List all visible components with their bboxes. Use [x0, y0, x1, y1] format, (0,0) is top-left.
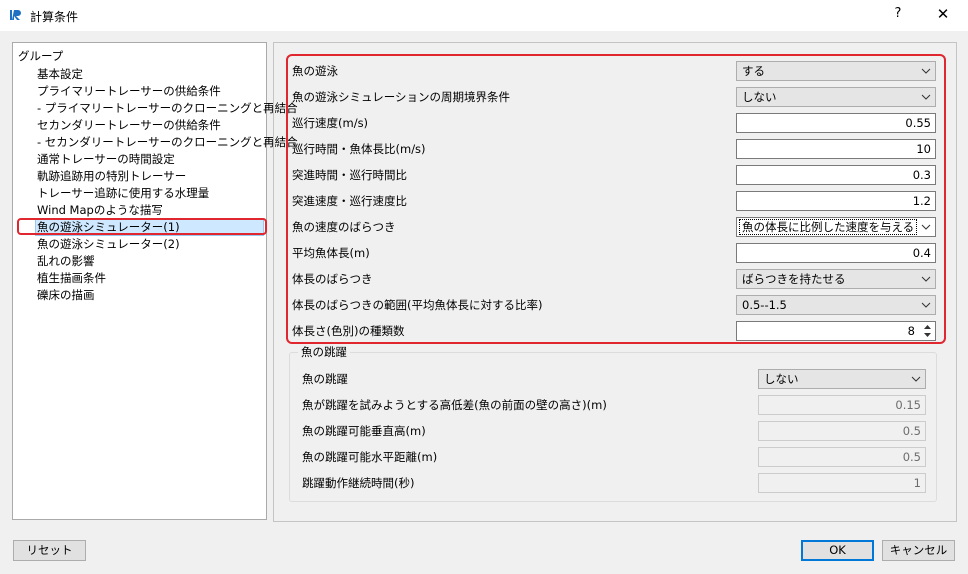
- duration-input[interactable]: 1: [758, 473, 926, 493]
- help-button[interactable]: ?: [888, 6, 908, 21]
- tree-item-special-tracer[interactable]: 軌跡追跡用の特別トレーサー: [37, 168, 186, 185]
- chevron-down-icon: [921, 302, 931, 308]
- dash-cruise-time-label: 突進時間・巡行時間比: [292, 168, 407, 182]
- cruise-speed-label: 巡行速度(m/s): [292, 116, 369, 130]
- jump-group-title: 魚の跳躍: [298, 344, 350, 360]
- tree-item-secondary-supply[interactable]: セカンダリートレーサーの供給条件: [37, 117, 221, 134]
- tree-item-wind-map[interactable]: Wind Mapのような描写: [37, 202, 163, 219]
- window-title: 計算条件: [30, 10, 79, 24]
- tree-item-time-setting[interactable]: 通常トレーサーの時間設定: [37, 151, 175, 168]
- length-variation-value: ばらつきを持たせる: [742, 272, 846, 286]
- height-diff-input[interactable]: 0.15: [758, 395, 926, 415]
- ok-button[interactable]: OK: [801, 540, 874, 561]
- spin-down-icon[interactable]: [921, 331, 934, 339]
- tree-item-vegetation[interactable]: 植生描画条件: [37, 270, 106, 287]
- tree-item-turbulence[interactable]: 乱れの影響: [37, 253, 95, 270]
- horizontal-input[interactable]: 0.5: [758, 447, 926, 467]
- length-kinds-spinbox[interactable]: 8: [736, 321, 936, 341]
- speed-variation-value: 魚の体長に比例した速度を与える: [739, 219, 918, 235]
- length-kinds-label: 体長さ(色別)の種類数: [292, 324, 405, 338]
- chevron-down-icon: [921, 224, 931, 230]
- length-variation-select[interactable]: ばらつきを持たせる: [736, 269, 936, 289]
- tree-root[interactable]: グループ: [18, 48, 63, 64]
- tree-item-fish-sim-1[interactable]: 魚の遊泳シミュレーター(1): [35, 219, 264, 236]
- close-button[interactable]: ✕: [933, 5, 953, 23]
- speed-variation-label: 魚の速度のばらつき: [292, 220, 396, 234]
- mean-length-input[interactable]: 0.4: [736, 243, 936, 263]
- periodic-select[interactable]: しない: [736, 87, 936, 107]
- tree-item-basic[interactable]: 基本設定: [37, 66, 83, 83]
- length-kinds-value: 8: [907, 324, 915, 338]
- length-range-label: 体長のばらつきの範囲(平均魚体長に対する比率): [292, 298, 543, 312]
- swim-label: 魚の遊泳: [292, 64, 338, 78]
- app-icon: [10, 10, 21, 20]
- tree-item-primary-supply[interactable]: プライマリートレーサーの供給条件: [37, 83, 221, 100]
- periodic-label: 魚の遊泳シミュレーションの周期境界条件: [292, 90, 511, 104]
- group-tree[interactable]: グループ 基本設定 プライマリートレーサーの供給条件 - プライマリートレーサー…: [12, 42, 298, 520]
- dash-cruise-speed-label: 突進速度・巡行速度比: [292, 194, 407, 208]
- title-bar: 計算条件 ? ✕: [0, 0, 968, 31]
- tree-item-fish-sim-2[interactable]: 魚の遊泳シミュレーター(2): [37, 236, 180, 253]
- chevron-down-icon: [921, 276, 931, 282]
- cruise-time-ratio-label: 巡行時間・魚体長比(m/s): [292, 142, 426, 156]
- chevron-down-icon: [911, 376, 921, 382]
- cancel-button[interactable]: キャンセル: [882, 540, 955, 561]
- spin-up-icon[interactable]: [921, 323, 934, 331]
- jump-value: しない: [764, 372, 799, 386]
- length-range-value: 0.5--1.5: [742, 298, 787, 312]
- jump-label: 魚の跳躍: [302, 372, 348, 386]
- swim-value: する: [742, 64, 765, 78]
- tree-item-primary-cloning[interactable]: - プライマリートレーサーのクローニングと再結合: [37, 100, 298, 117]
- periodic-value: しない: [742, 90, 777, 104]
- horizontal-label: 魚の跳躍可能水平距離(m): [302, 450, 438, 464]
- dash-cruise-time-input[interactable]: 0.3: [736, 165, 936, 185]
- tree-item-secondary-cloning[interactable]: - セカンダリートレーサーのクローニングと再結合: [37, 134, 298, 151]
- speed-variation-select[interactable]: 魚の体長に比例した速度を与える: [736, 217, 936, 237]
- tree-item-gravel-bed[interactable]: 礫床の描画: [37, 287, 95, 304]
- length-range-select[interactable]: 0.5--1.5: [736, 295, 936, 315]
- tree-item-hydraulics[interactable]: トレーサー追跡に使用する水理量: [37, 185, 209, 202]
- vertical-input[interactable]: 0.5: [758, 421, 926, 441]
- reset-button[interactable]: リセット: [13, 540, 86, 561]
- cruise-time-ratio-input[interactable]: 10: [736, 139, 936, 159]
- dash-cruise-speed-input[interactable]: 1.2: [736, 191, 936, 211]
- duration-label: 跳躍動作継続時間(秒): [302, 476, 415, 490]
- jump-select[interactable]: しない: [758, 369, 926, 389]
- chevron-down-icon: [921, 94, 931, 100]
- vertical-label: 魚の跳躍可能垂直高(m): [302, 424, 426, 438]
- swim-select[interactable]: する: [736, 61, 936, 81]
- length-variation-label: 体長のばらつき: [292, 272, 373, 286]
- chevron-down-icon: [921, 68, 931, 74]
- mean-length-label: 平均魚体長(m): [292, 246, 370, 260]
- cruise-speed-input[interactable]: 0.55: [736, 113, 936, 133]
- height-diff-label: 魚が跳躍を試みようとする高低差(魚の前面の壁の高さ)(m): [302, 398, 607, 412]
